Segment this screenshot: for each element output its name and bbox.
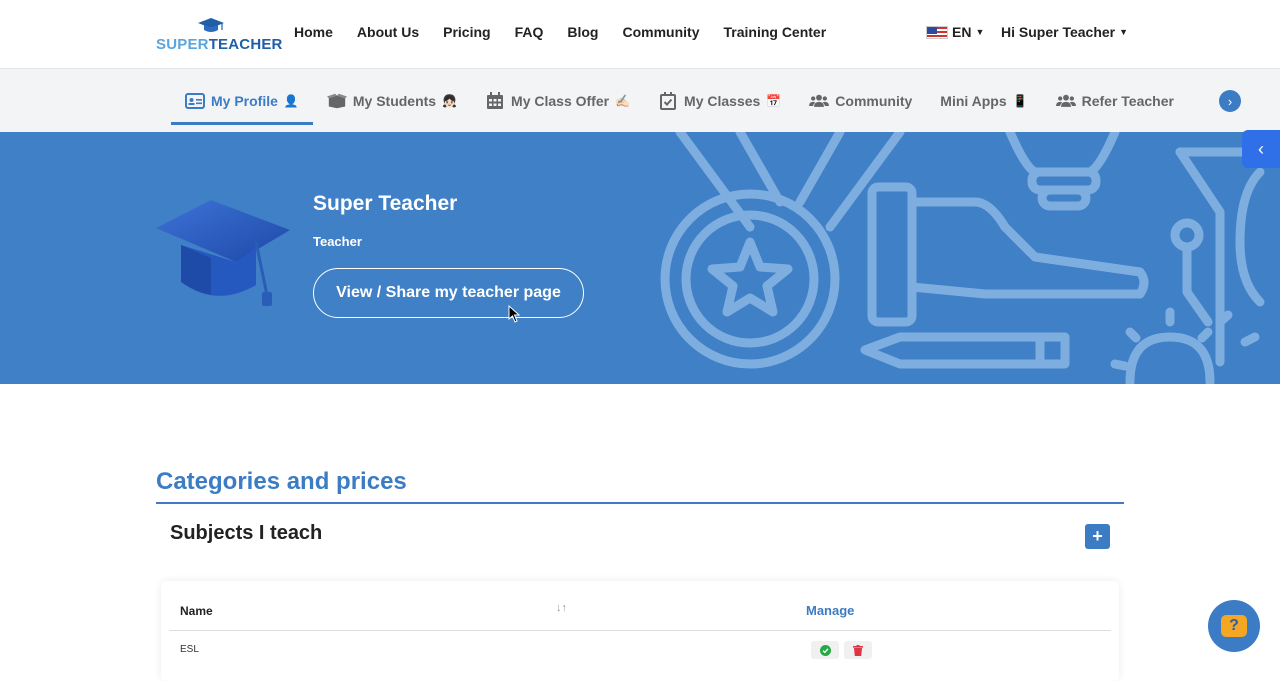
mouse-cursor-icon (508, 305, 520, 323)
user-menu-dropdown[interactable]: Hi Super Teacher ▼ (1001, 24, 1128, 40)
table-row-name: ESL (180, 644, 199, 655)
tab-label: My Profile (211, 92, 278, 109)
caret-down-icon: ▼ (1119, 27, 1129, 37)
tab-label: Refer Teacher (1081, 92, 1174, 109)
tab-label: Mini Apps (940, 92, 1007, 109)
tab-community[interactable]: Community (795, 69, 926, 132)
add-subject-button[interactable]: + (1085, 524, 1110, 549)
users-icon (809, 94, 830, 107)
help-chat-button[interactable]: ? (1208, 600, 1260, 652)
user-greeting: Hi Super Teacher (1001, 24, 1116, 40)
tab-label: My Students (352, 92, 437, 109)
nav-pricing[interactable]: Pricing (443, 24, 490, 40)
chevron-left-icon: ‹ (1258, 138, 1264, 159)
subjects-subtitle: Subjects I teach (170, 522, 323, 544)
tab-my-class-offer[interactable]: My Class Offer ✍🏻 (471, 69, 644, 132)
trash-icon (853, 644, 863, 656)
tab-label: My Classes (684, 92, 761, 109)
tab-refer-teacher[interactable]: Refer Teacher (1042, 69, 1188, 132)
education-illustration (660, 132, 1265, 384)
girl-emoji-icon: 👧🏻 (442, 93, 458, 108)
question-mark-icon: ? (1221, 615, 1247, 637)
box-icon (326, 93, 347, 108)
nav-home[interactable]: Home (294, 24, 333, 40)
delete-button[interactable] (844, 641, 872, 659)
table-header-divider (169, 630, 1111, 631)
nav-about-us[interactable]: About Us (357, 24, 419, 40)
column-header-manage: Manage (806, 603, 855, 618)
language-label: EN (952, 24, 972, 40)
nav-community[interactable]: Community (622, 24, 699, 40)
caret-down-icon: ▼ (975, 27, 985, 37)
tab-my-classes[interactable]: My Classes 📅 (644, 69, 795, 132)
nav-training-center[interactable]: Training Center (723, 24, 826, 40)
calendar-emoji-icon: 📅 (766, 93, 782, 108)
mobile-phone-emoji-icon: 📱 (1012, 93, 1028, 108)
sort-icon[interactable]: ↓↑ (556, 602, 567, 614)
view-share-teacher-page-button[interactable]: View / Share my teacher page (313, 268, 584, 318)
tab-label: Community (835, 92, 913, 109)
super-teacher-logo[interactable]: SUPERTEACHER (156, 16, 282, 54)
logo-text: SUPERTEACHER (156, 36, 283, 53)
teacher-avatar-image (156, 200, 290, 306)
teacher-role: Teacher (313, 234, 362, 249)
tab-my-profile[interactable]: My Profile 👤 (171, 69, 313, 132)
top-navbar: SUPERTEACHER Home About Us Pricing FAQ B… (0, 0, 1280, 69)
person-emoji-icon: 👤 (283, 93, 299, 108)
tab-mini-apps[interactable]: Mini Apps 📱 (926, 69, 1041, 132)
users-icon (1055, 94, 1076, 107)
categories-section-title: Categories and prices (156, 468, 407, 495)
calendar-check-icon (660, 91, 677, 110)
nav-faq[interactable]: FAQ (515, 24, 544, 40)
calendar-grid-icon (487, 91, 504, 109)
side-panel-toggle-button[interactable]: ‹ (1242, 130, 1280, 168)
main-menu: Home About Us Pricing FAQ Blog Community… (294, 24, 850, 40)
check-circle-icon (819, 644, 831, 656)
us-flag-icon (926, 25, 948, 39)
subjects-table-card: Name ↓↑ Manage ESL (161, 581, 1119, 681)
tabs-scroll-right-button[interactable]: › (1219, 90, 1241, 112)
section-divider (156, 502, 1124, 504)
profile-hero-banner: Super Teacher Teacher View / Share my te… (0, 132, 1280, 384)
approve-button[interactable] (811, 641, 839, 659)
id-card-icon (185, 92, 205, 109)
nav-blog[interactable]: Blog (567, 24, 598, 40)
dashboard-tabs-bar: My Profile 👤 My Students 👧🏻 My Class Off… (0, 69, 1280, 132)
tab-my-students[interactable]: My Students 👧🏻 (313, 69, 471, 132)
teacher-name: Super Teacher (313, 192, 458, 215)
tab-label: My Class Offer (511, 92, 610, 109)
language-dropdown[interactable]: EN ▼ (926, 24, 984, 40)
graduation-cap-icon (198, 18, 224, 32)
writing-hand-emoji-icon: ✍🏻 (615, 93, 631, 108)
column-header-name[interactable]: Name (180, 604, 213, 618)
chevron-right-icon: › (1227, 93, 1233, 109)
